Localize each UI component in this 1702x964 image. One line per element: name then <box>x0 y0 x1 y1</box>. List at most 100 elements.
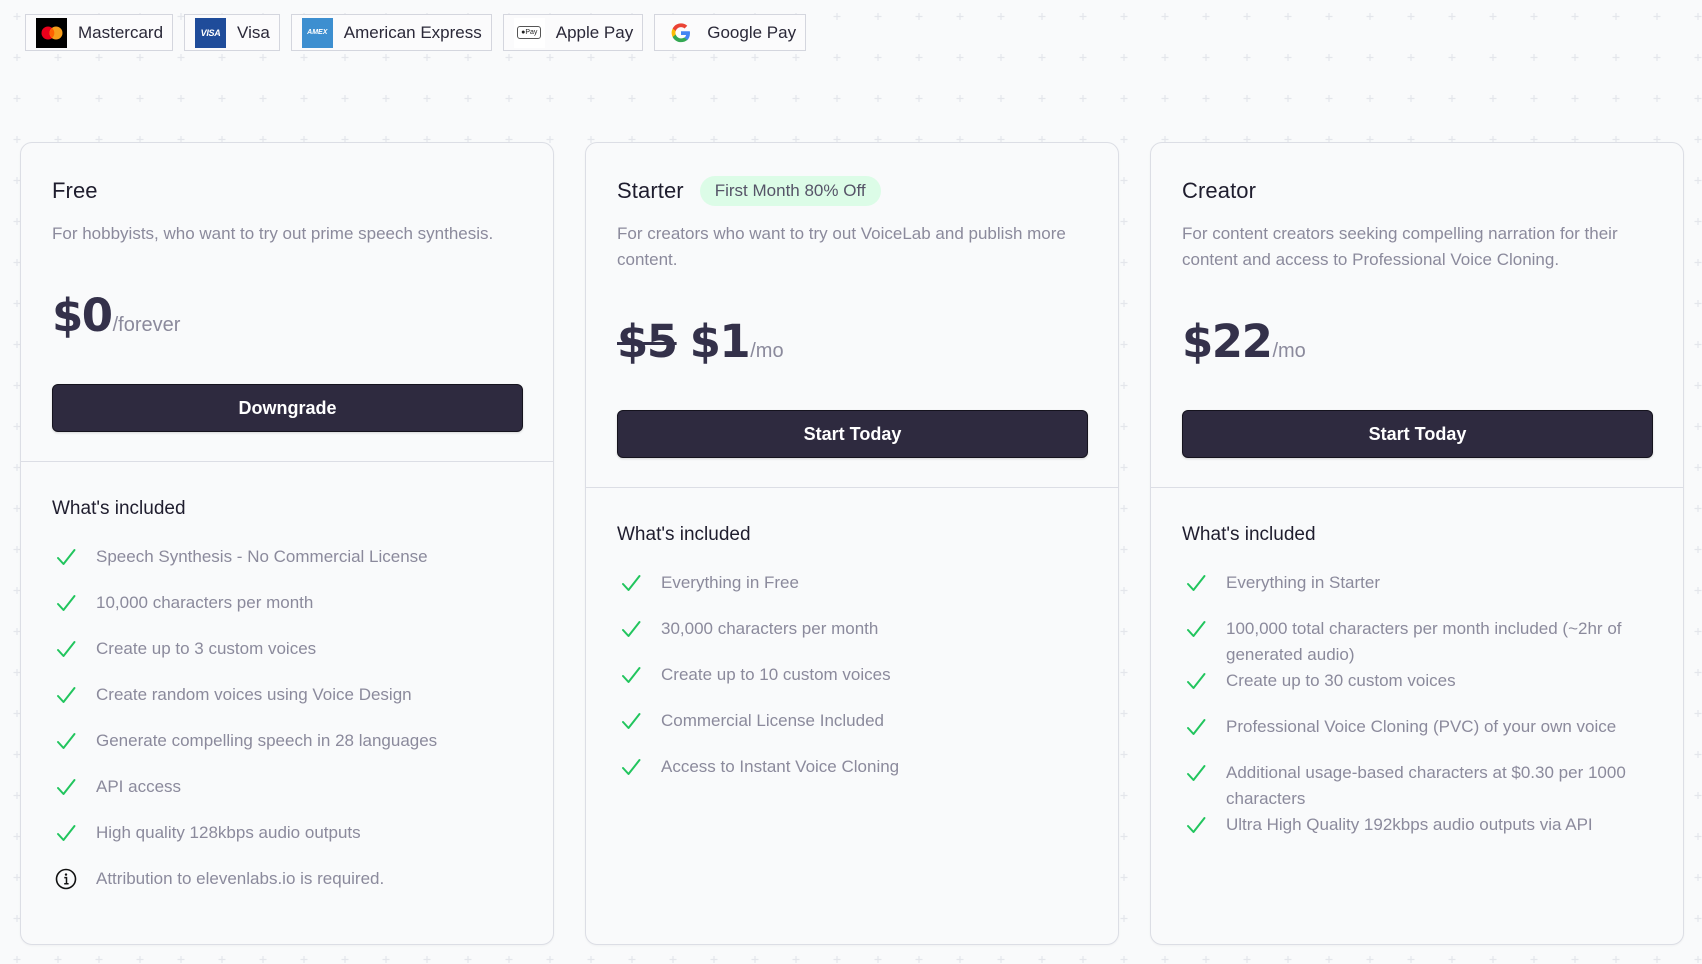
feature-text: Attribution to elevenlabs.io is required… <box>96 869 385 888</box>
feature-item: Attribution to elevenlabs.io is required… <box>52 866 522 912</box>
check-icon <box>620 664 642 686</box>
amex-logo-icon: AMEX <box>301 17 333 48</box>
feature-text: Ultra High Quality 192kbps audio outputs… <box>1226 815 1593 834</box>
feature-item: Ultra High Quality 192kbps audio outputs… <box>1182 812 1652 858</box>
payment-methods: Mastercard VISA Visa AMEX American Expre… <box>25 14 807 51</box>
payment-mastercard[interactable]: Mastercard <box>25 14 174 51</box>
plan-name: Starter <box>617 178 684 203</box>
feature-item: Additional usage-based characters at $0.… <box>1182 760 1652 812</box>
feature-item: 30,000 characters per month <box>617 616 1087 662</box>
payment-label: Visa <box>237 22 270 42</box>
plan-name: Creator <box>1182 178 1257 203</box>
included-title: What's included <box>1182 524 1316 545</box>
feature-text: Professional Voice Cloning (PVC) of your… <box>1226 717 1617 736</box>
price-value: $0 <box>52 289 113 342</box>
plan-price: $0 /forever <box>52 289 180 342</box>
check-icon <box>55 592 77 614</box>
check-icon <box>620 572 642 594</box>
feature-item: Everything in Starter <box>1182 570 1652 616</box>
apple-pay-logo-text: Pay <box>525 29 538 36</box>
payment-google-pay[interactable]: Google Pay <box>654 14 807 51</box>
feature-text: 100,000 total characters per month inclu… <box>1226 619 1622 664</box>
payment-label: American Express <box>343 22 482 42</box>
feature-item: 100,000 total characters per month inclu… <box>1182 616 1652 668</box>
feature-item: Speech Synthesis - No Commercial License <box>52 544 522 590</box>
feature-text: Create up to 3 custom voices <box>96 639 317 658</box>
price-value: $22 <box>1182 315 1273 368</box>
original-price: $5 <box>617 315 678 368</box>
payment-label: Google Pay <box>707 22 797 42</box>
feature-item: API access <box>52 774 522 820</box>
feature-list: Everything in Starter 100,000 total chara… <box>1182 570 1652 858</box>
feature-text: 10,000 characters per month <box>96 593 314 612</box>
feature-item: Professional Voice Cloning (PVC) of your… <box>1182 714 1652 760</box>
discount-badge: First Month 80% Off <box>699 176 881 206</box>
price-unit: /mo <box>1272 340 1306 362</box>
check-icon <box>620 756 642 778</box>
visa-logo-icon: VISA <box>195 17 227 48</box>
feature-list: Everything in Free 30,000 characters per … <box>617 570 1087 800</box>
start-today-button[interactable]: Start Today <box>617 410 1088 458</box>
mastercard-logo-icon <box>36 17 67 48</box>
feature-text: Speech Synthesis - No Commercial License <box>96 547 428 566</box>
price-unit: /mo <box>750 340 784 362</box>
included-title: What's included <box>617 524 751 545</box>
payment-label: Mastercard <box>78 22 164 42</box>
feature-text: Additional usage-based characters at $0.… <box>1226 763 1626 808</box>
check-icon <box>1185 572 1207 594</box>
feature-text: High quality 128kbps audio outputs <box>96 823 361 842</box>
google-logo-icon <box>665 18 696 48</box>
check-icon <box>1185 670 1207 692</box>
feature-item: Everything in Free <box>617 570 1087 616</box>
check-icon <box>620 618 642 640</box>
downgrade-button[interactable]: Downgrade <box>52 384 523 432</box>
check-icon <box>55 684 77 706</box>
plan-card-free: Free For hobbyists, who want to try out … <box>20 142 554 945</box>
apple-pay-logo-icon: ●Pay <box>513 17 545 48</box>
plan-price: $22 /mo <box>1182 315 1306 368</box>
plan-name: Free <box>52 178 98 203</box>
feature-text: Everything in Starter <box>1226 573 1381 592</box>
feature-text: Create up to 30 custom voices <box>1226 671 1456 690</box>
start-today-button[interactable]: Start Today <box>1182 410 1653 458</box>
payment-label: Apple Pay <box>555 22 634 42</box>
feature-item: Create up to 10 custom voices <box>617 662 1087 708</box>
feature-list: Speech Synthesis - No Commercial License… <box>52 544 522 912</box>
feature-text: Generate compelling speech in 28 languag… <box>96 731 438 750</box>
feature-item: High quality 128kbps audio outputs <box>52 820 522 866</box>
feature-item: 10,000 characters per month <box>52 590 522 636</box>
payment-apple-pay[interactable]: ●Pay Apple Pay <box>502 14 644 51</box>
check-icon <box>55 730 77 752</box>
plan-card-starter: Starter First Month 80% Off For creators… <box>585 142 1119 945</box>
price-unit: /forever <box>112 314 181 336</box>
check-icon <box>55 638 77 660</box>
included-title: What's included <box>52 498 186 519</box>
check-icon <box>1185 814 1207 836</box>
feature-text: API access <box>96 777 182 796</box>
plan-card-creator: Creator For content creators seeking com… <box>1150 142 1684 945</box>
check-icon <box>620 710 642 732</box>
payment-amex[interactable]: AMEX American Express <box>290 14 492 51</box>
check-icon <box>55 776 77 798</box>
feature-item: Commercial License Included <box>617 708 1087 754</box>
feature-item: Generate compelling speech in 28 languag… <box>52 728 522 774</box>
feature-text: Create up to 10 custom voices <box>661 665 891 684</box>
feature-item: Create random voices using Voice Design <box>52 682 522 728</box>
plan-price: $5 $1 /mo <box>617 315 784 368</box>
plan-description: For hobbyists, who want to try out prime… <box>52 224 494 243</box>
check-icon <box>55 822 77 844</box>
check-icon <box>1185 716 1207 738</box>
feature-item: Access to Instant Voice Cloning <box>617 754 1087 800</box>
payment-visa[interactable]: VISA Visa <box>184 14 280 51</box>
plan-description: For creators who want to try out VoiceLa… <box>617 224 1066 269</box>
plan-description: For content creators seeking compelling … <box>1182 224 1618 269</box>
feature-text: Everything in Free <box>661 573 799 592</box>
check-icon <box>55 546 77 568</box>
feature-text: Commercial License Included <box>661 711 884 730</box>
feature-item: Create up to 3 custom voices <box>52 636 522 682</box>
check-icon <box>1185 618 1207 640</box>
feature-text: Access to Instant Voice Cloning <box>661 757 900 776</box>
feature-text: Create random voices using Voice Design <box>96 685 412 704</box>
check-icon <box>1185 762 1207 784</box>
feature-item: Create up to 30 custom voices <box>1182 668 1652 714</box>
